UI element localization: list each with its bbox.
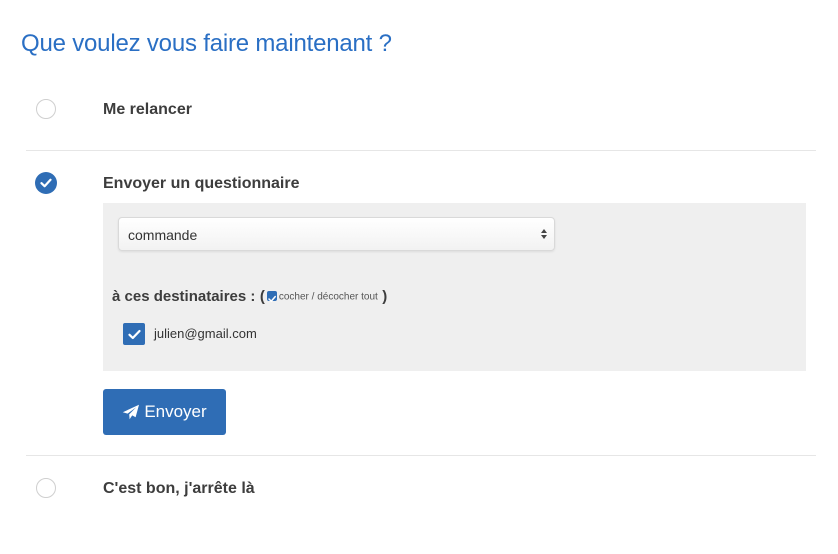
option-label-cest-bon[interactable]: C'est bon, j'arrête là bbox=[103, 480, 255, 498]
recipients-header: à ces destinataires : ( cocher / décocher… bbox=[112, 288, 387, 306]
paren-close: ) bbox=[382, 288, 388, 305]
toggle-all-checkbox[interactable] bbox=[266, 290, 277, 302]
recipients-label: à ces destinataires : bbox=[112, 288, 256, 305]
divider bbox=[26, 455, 816, 456]
divider bbox=[26, 150, 816, 151]
select-value: commande bbox=[128, 227, 198, 243]
page-title: Que voulez vous faire maintenant ? bbox=[21, 30, 392, 57]
checkmark-icon bbox=[127, 329, 141, 339]
toggle-all-label[interactable]: cocher / décocher tout bbox=[279, 291, 378, 302]
questionnaire-select[interactable]: commande bbox=[118, 217, 555, 251]
paren-open: ( bbox=[259, 288, 265, 305]
option-label-me-relancer[interactable]: Me relancer bbox=[103, 101, 192, 119]
paper-plane-icon bbox=[123, 404, 140, 420]
option-label-envoyer-questionnaire[interactable]: Envoyer un questionnaire bbox=[103, 175, 299, 193]
checkmark-icon bbox=[268, 295, 276, 302]
send-button[interactable]: Envoyer bbox=[103, 389, 226, 435]
questionnaire-panel: commande à ces destinataires : ( cocher /… bbox=[103, 203, 806, 371]
recipient-checkbox[interactable] bbox=[123, 323, 145, 345]
send-button-label: Envoyer bbox=[144, 402, 207, 421]
recipient-email: julien@gmail.com bbox=[154, 326, 257, 341]
radio-cest-bon[interactable] bbox=[36, 478, 56, 498]
radio-me-relancer[interactable] bbox=[36, 99, 56, 119]
select-arrows-icon bbox=[541, 229, 547, 239]
radio-envoyer-questionnaire[interactable] bbox=[35, 172, 57, 194]
checkmark-icon bbox=[40, 178, 52, 188]
